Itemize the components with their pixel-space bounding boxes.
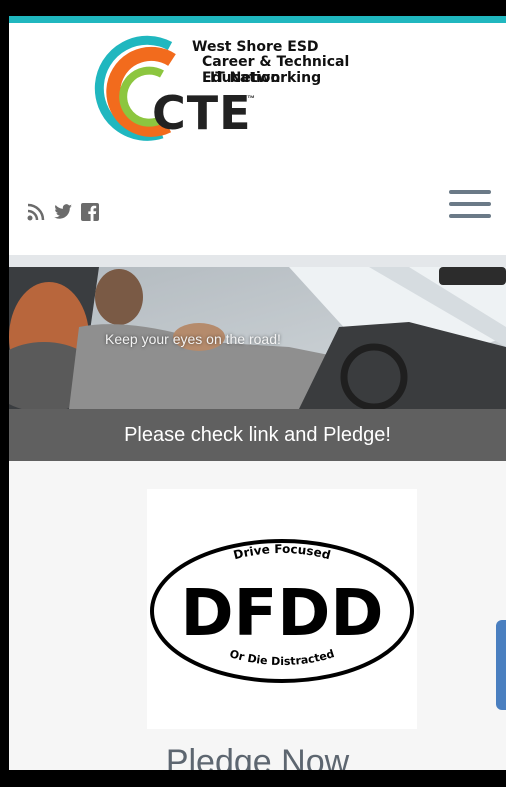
main-content: Drive Focused DFDD Or Die Distracted Ple… — [9, 461, 506, 781]
menu-bar-line — [449, 190, 491, 194]
screen-frame-left — [0, 0, 9, 787]
menu-bar-line — [449, 202, 491, 206]
rss-icon[interactable] — [27, 203, 45, 226]
twitter-icon[interactable] — [53, 203, 73, 226]
facebook-icon[interactable] — [81, 203, 99, 226]
pledge-banner[interactable]: Please check link and Pledge! — [9, 409, 506, 461]
program-name: IT Networking — [210, 70, 322, 86]
bottom-bar — [0, 770, 506, 787]
site-logo[interactable]: West Shore ESD Career & Technical Educat… — [92, 34, 412, 144]
social-links — [27, 203, 99, 226]
section-divider — [9, 255, 506, 267]
hero-caption: Keep your eyes on the road! — [105, 331, 281, 347]
trademark-mark: ™ — [247, 94, 255, 103]
floating-side-tab[interactable] — [496, 620, 506, 710]
status-bar — [0, 0, 506, 16]
hero-image: Keep your eyes on the road! — [9, 267, 506, 409]
hamburger-menu-icon[interactable] — [449, 190, 491, 218]
menu-bar-line — [449, 214, 491, 218]
dfdd-logo-card[interactable]: Drive Focused DFDD Or Die Distracted — [147, 489, 417, 729]
dfdd-wordmark: DFDD — [180, 577, 383, 651]
accent-strip — [9, 16, 506, 23]
logo-wordmark: CTE — [152, 86, 252, 140]
org-name: West Shore ESD — [192, 39, 319, 55]
dfdd-oval-logo: Drive Focused DFDD Or Die Distracted — [150, 539, 414, 683]
